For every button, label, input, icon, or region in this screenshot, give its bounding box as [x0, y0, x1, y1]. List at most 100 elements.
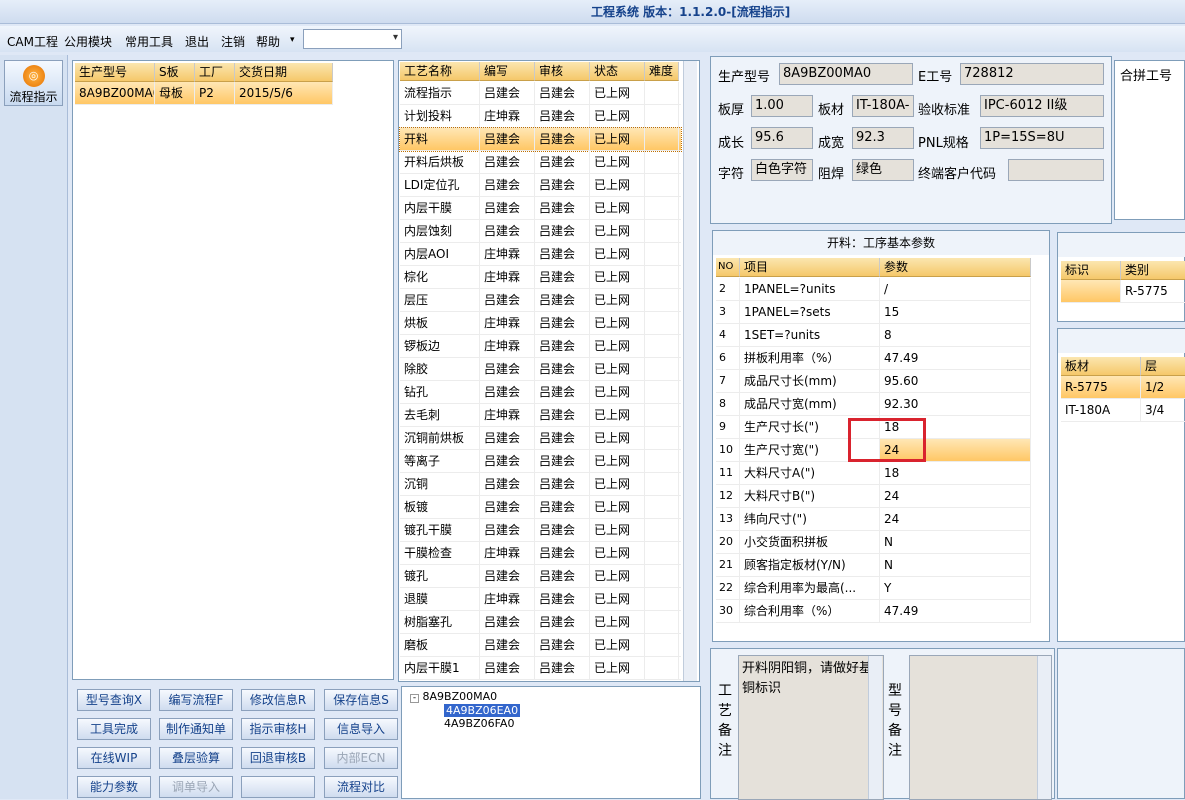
process-scrollbar[interactable]: [683, 61, 697, 681]
table-row[interactable]: 磨板 吕建会 吕建会 已上网: [400, 634, 681, 657]
edit-info-button[interactable]: 修改信息R: [241, 689, 315, 711]
col-layer[interactable]: 层: [1141, 357, 1185, 376]
model-field[interactable]: 8A9BZ00MA0: [779, 63, 913, 85]
edit-flow-button[interactable]: 编写流程F: [159, 689, 233, 711]
online-wip-button[interactable]: 在线WIP: [77, 747, 151, 769]
model-remark-scrollbar[interactable]: [1037, 656, 1051, 799]
table-row[interactable]: 4 1SET=?units 8: [716, 324, 1031, 347]
table-row[interactable]: 6 拼板利用率（%） 47.49: [716, 347, 1031, 370]
import-info-button[interactable]: 信息导入: [324, 718, 398, 740]
table-row[interactable]: 烘板 庄坤霖 吕建会 已上网: [400, 312, 681, 335]
import-order-button[interactable]: 调单导入: [159, 776, 233, 798]
table-row[interactable]: 12 大料尺寸B(") 24: [716, 485, 1031, 508]
table-row[interactable]: 内层干膜1 吕建会 吕建会 已上网: [400, 657, 681, 680]
table-row[interactable]: 8A9BZ00MA0 母板 P2 2015/5/6: [75, 82, 333, 105]
table-row[interactable]: R-5775: [1061, 280, 1185, 303]
col-no[interactable]: NO: [716, 258, 740, 277]
table-row[interactable]: 计划投料 庄坤霖 吕建会 已上网: [400, 105, 681, 128]
length-field[interactable]: 95.6: [751, 127, 813, 149]
mask-field[interactable]: 绿色: [852, 159, 914, 181]
col-mark[interactable]: 标识: [1061, 261, 1121, 280]
col-model[interactable]: 生产型号: [75, 63, 155, 82]
menu-common-module[interactable]: 公用模块: [64, 33, 112, 50]
col-item[interactable]: 项目: [740, 258, 880, 277]
model-remark-field[interactable]: [909, 655, 1052, 800]
width-field[interactable]: 92.3: [852, 127, 914, 149]
standard-field[interactable]: IPC-6012 II级: [980, 95, 1104, 117]
eno-field[interactable]: 728812: [960, 63, 1104, 85]
table-row[interactable]: 退膜 庄坤霖 吕建会 已上网: [400, 588, 681, 611]
tree-root[interactable]: - 8A9BZ00MA0: [410, 690, 497, 703]
tree-node[interactable]: 4A9BZ06EA0: [444, 704, 521, 717]
table-row[interactable]: 开料后烘板 吕建会 吕建会 已上网: [400, 151, 681, 174]
col-param[interactable]: 参数: [880, 258, 1031, 277]
table-row[interactable]: 22 综合利用率为最高(... Y: [716, 577, 1031, 600]
table-row[interactable]: 8 成品尺寸宽(mm) 92.30: [716, 393, 1031, 416]
menu-cam[interactable]: CAM工程: [7, 33, 58, 50]
table-row[interactable]: 7 成品尺寸长(mm) 95.60: [716, 370, 1031, 393]
table-row[interactable]: 内层干膜 吕建会 吕建会 已上网: [400, 197, 681, 220]
table-row[interactable]: 内层蚀刻 吕建会 吕建会 已上网: [400, 220, 681, 243]
table-row[interactable]: IT-180A 3/4: [1061, 399, 1185, 422]
col-difficulty[interactable]: 难度: [645, 62, 679, 81]
save-info-button[interactable]: 保存信息S: [324, 689, 398, 711]
col-writer[interactable]: 编写: [480, 62, 535, 81]
table-row[interactable]: 21 顾客指定板材(Y/N) N: [716, 554, 1031, 577]
pnl-field[interactable]: 1P=15S=8U: [980, 127, 1104, 149]
tree-node[interactable]: 4A9BZ06FA0: [444, 717, 514, 730]
compare-flow-button[interactable]: 流程对比: [324, 776, 398, 798]
review-button[interactable]: 指示审核H: [241, 718, 315, 740]
menu-exit[interactable]: 退出: [185, 33, 209, 50]
menu-logout[interactable]: 注销: [221, 33, 245, 50]
table-row[interactable]: 13 纬向尺寸(") 24: [716, 508, 1031, 531]
col-reviewer[interactable]: 审核: [535, 62, 590, 81]
blank-button[interactable]: [241, 776, 315, 798]
col-factory[interactable]: 工厂: [195, 63, 235, 82]
stack-check-button[interactable]: 叠层验算: [159, 747, 233, 769]
table-row[interactable]: 树脂塞孔 吕建会 吕建会 已上网: [400, 611, 681, 634]
table-row[interactable]: 去毛刺 庄坤霖 吕建会 已上网: [400, 404, 681, 427]
table-row[interactable]: 钻孔 吕建会 吕建会 已上网: [400, 381, 681, 404]
table-row[interactable]: 11 大料尺寸A(") 18: [716, 462, 1031, 485]
table-row[interactable]: 开料 吕建会 吕建会 已上网: [399, 127, 682, 152]
menu-tools[interactable]: 常用工具: [125, 33, 173, 50]
char-field[interactable]: 白色字符: [751, 159, 813, 181]
chevron-down-icon[interactable]: ▾: [290, 35, 295, 45]
table-row[interactable]: 沉铜 吕建会 吕建会 已上网: [400, 473, 681, 496]
table-row[interactable]: 镀孔 吕建会 吕建会 已上网: [400, 565, 681, 588]
table-row[interactable]: 干膜检查 庄坤霖 吕建会 已上网: [400, 542, 681, 565]
table-row[interactable]: 等离子 吕建会 吕建会 已上网: [400, 450, 681, 473]
capability-button[interactable]: 能力参数: [77, 776, 151, 798]
tool-done-button[interactable]: 工具完成: [77, 718, 151, 740]
col-category[interactable]: 类别: [1121, 261, 1185, 280]
table-row[interactable]: 沉铜前烘板 吕建会 吕建会 已上网: [400, 427, 681, 450]
customer-field[interactable]: [1008, 159, 1104, 181]
col-s-board[interactable]: S板: [155, 63, 195, 82]
table-row[interactable]: 流程指示 吕建会 吕建会 已上网: [400, 82, 681, 105]
material-field[interactable]: IT-180A-: [852, 95, 914, 117]
process-remark-field[interactable]: 开料阴阳铜，请做好基铜标识: [738, 655, 884, 800]
col-board[interactable]: 板材: [1061, 357, 1141, 376]
module-combo[interactable]: [303, 29, 402, 49]
find-model-button[interactable]: 型号查询X: [77, 689, 151, 711]
col-delivery[interactable]: 交货日期: [235, 63, 333, 82]
col-process[interactable]: 工艺名称: [400, 62, 480, 81]
table-row[interactable]: 层压 吕建会 吕建会 已上网: [400, 289, 681, 312]
table-row[interactable]: 锣板边 庄坤霖 吕建会 已上网: [400, 335, 681, 358]
table-row[interactable]: 2 1PANEL=?units /: [716, 278, 1031, 301]
rollback-review-button[interactable]: 回退审核B: [241, 747, 315, 769]
table-row[interactable]: 除胶 吕建会 吕建会 已上网: [400, 358, 681, 381]
table-row[interactable]: 20 小交货面积拼板 N: [716, 531, 1031, 554]
table-row[interactable]: 棕化 庄坤霖 吕建会 已上网: [400, 266, 681, 289]
make-notice-button[interactable]: 制作通知单: [159, 718, 233, 740]
table-row[interactable]: LDI定位孔 吕建会 吕建会 已上网: [400, 174, 681, 197]
nav-process-button[interactable]: ◎ 流程指示: [4, 60, 63, 106]
table-row[interactable]: 板镀 吕建会 吕建会 已上网: [400, 496, 681, 519]
table-row[interactable]: 镀孔干膜 吕建会 吕建会 已上网: [400, 519, 681, 542]
table-row[interactable]: R-5775 1/2: [1061, 376, 1185, 399]
process-remark-scrollbar[interactable]: [868, 656, 882, 799]
menu-help[interactable]: 帮助: [256, 33, 280, 50]
minus-icon[interactable]: -: [410, 694, 419, 703]
table-row[interactable]: 内层AOI 庄坤霖 吕建会 已上网: [400, 243, 681, 266]
internal-ecn-button[interactable]: 内部ECN: [324, 747, 398, 769]
